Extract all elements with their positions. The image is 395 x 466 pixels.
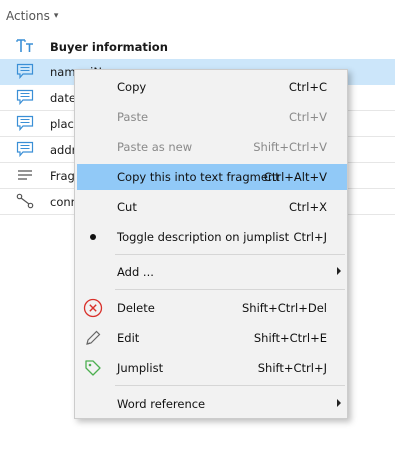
menu-item-shortcut: Shift+Ctrl+Del [242,301,327,315]
menu-item-edit[interactable]: Edit Shift+Ctrl+E [77,325,347,351]
list-item[interactable]: Buyer information [0,34,395,59]
menu-separator [115,289,345,290]
menu-item-shortcut: Ctrl+X [289,200,327,214]
menu-item-label: Jumplist [117,361,164,375]
delete-circle-x-icon [83,298,103,318]
menu-item-shortcut: Ctrl+C [288,80,327,94]
menu-item-label: Word reference [117,397,206,411]
menu-item-shortcut: Ctrl+Alt+V [263,170,327,184]
list-item-label: Frag [50,168,75,183]
menu-item-word-reference[interactable]: Word reference [77,391,347,417]
comment-icon [16,115,34,131]
menu-item-copy-into-text-fragment[interactable]: Copy this into text fragment Ctrl+Alt+V [77,164,347,190]
comment-icon [16,141,34,157]
pencil-icon [83,328,103,348]
checked-dot-icon [83,227,103,247]
actions-title: Actions [6,9,50,23]
menu-item-label: Delete [117,301,155,315]
tag-icon [83,358,103,378]
menu-item-paste-as-new[interactable]: Paste as new Shift+Ctrl+V [77,134,347,160]
menu-item-copy[interactable]: Copy Ctrl+C [77,74,347,100]
menu-item-label: Edit [117,331,140,345]
menu-item-shortcut: Shift+Ctrl+V [253,140,327,154]
menu-item-shortcut: Shift+Ctrl+J [257,361,327,375]
menu-item-label: Cut [117,200,137,214]
menu-item-jumplist[interactable]: Jumplist Shift+Ctrl+J [77,355,347,381]
comment-icon [16,63,34,79]
list-item-label: Buyer information [50,39,168,54]
text-lines-icon [16,167,34,183]
connection-icon [16,193,34,209]
menu-item-shortcut: Ctrl+J [293,230,328,244]
actions-header[interactable]: Actions ▾ [6,6,58,26]
menu-item-label: Paste [117,110,149,124]
menu-item-delete[interactable]: Delete Shift+Ctrl+Del [77,295,347,321]
caret-down-icon: ▾ [53,11,59,21]
menu-item-label: Add ... [117,265,154,279]
menu-item-paste[interactable]: Paste Ctrl+V [77,104,347,130]
menu-item-shortcut: Ctrl+V [289,110,327,124]
menu-item-label: Copy [117,80,147,94]
menu-item-shortcut: Shift+Ctrl+E [253,331,327,345]
submenu-arrow-icon [337,399,341,407]
menu-item-toggle-description[interactable]: Toggle description on jumplist Ctrl+J [77,224,347,250]
menu-item-label: Toggle description on jumplist [117,230,290,244]
submenu-arrow-icon [337,267,341,275]
menu-item-cut[interactable]: Cut Ctrl+X [77,194,347,220]
menu-item-label: Copy this into text fragment [117,170,280,184]
context-menu: Copy Ctrl+C Paste Ctrl+V Paste as new Sh… [74,69,348,419]
menu-item-add[interactable]: Add ... [77,259,347,285]
menu-separator [115,385,345,386]
menu-separator [115,254,345,255]
text-type-icon [16,38,34,54]
comment-icon [16,89,34,105]
menu-item-label: Paste as new [117,140,193,154]
list-item-label: addr [50,142,77,157]
